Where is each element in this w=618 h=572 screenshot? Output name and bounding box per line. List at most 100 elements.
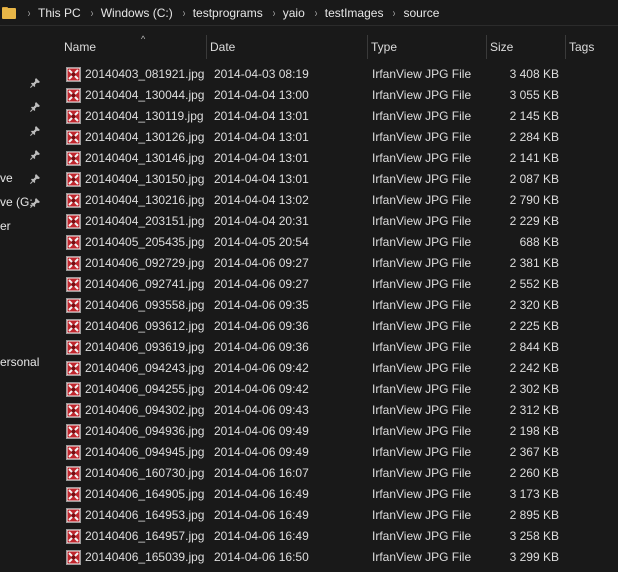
file-row[interactable]: 20140406_093558.jpg 2014-04-06 09:35 Irfan… — [46, 295, 618, 316]
file-name: 20140404_130150.jpg — [85, 172, 205, 186]
column-header-size[interactable]: Size — [486, 35, 565, 59]
column-header-name[interactable]: ^ Name — [60, 34, 206, 59]
file-row[interactable]: 20140406_165039.jpg 2014-04-06 16:50 Irfan… — [46, 547, 618, 568]
file-row[interactable]: 20140406_164957.jpg 2014-04-06 16:49 Irfan… — [46, 526, 618, 547]
irfanview-jpg-file-icon — [66, 277, 81, 292]
irfanview-jpg-file-icon — [66, 298, 81, 313]
file-name: 20140406_093612.jpg — [85, 319, 205, 333]
chevron-right-icon[interactable]: › — [90, 6, 93, 20]
breadcrumb: › This PC › Windows (C:) › testprograms › yaio ›… — [18, 6, 440, 20]
file-name: 20140406_093619.jpg — [85, 340, 205, 354]
breadcrumb-item[interactable]: source — [403, 6, 439, 20]
breadcrumb-item[interactable]: testprograms — [193, 6, 263, 20]
column-size-label: Size — [490, 40, 514, 54]
file-type: IrfanView JPG File — [372, 67, 472, 81]
nav-item-label[interactable]: ersonal — [0, 355, 39, 369]
file-date: 2014-04-05 20:54 — [214, 235, 309, 249]
file-date: 2014-04-04 13:01 — [214, 130, 309, 144]
chevron-right-icon[interactable]: › — [28, 6, 31, 20]
chevron-right-icon[interactable]: › — [393, 6, 396, 20]
file-row[interactable]: 20140404_130119.jpg 2014-04-04 13:01 Irfan… — [46, 106, 618, 127]
file-date: 2014-04-06 16:49 — [214, 487, 309, 501]
file-size: 2 198 KB — [509, 424, 559, 438]
nav-item-label[interactable]: er — [0, 219, 11, 233]
file-date: 2014-04-04 13:00 — [214, 88, 309, 102]
file-type: IrfanView JPG File — [372, 88, 472, 102]
file-row[interactable]: 20140406_094945.jpg 2014-04-06 09:49 Irfan… — [46, 442, 618, 463]
file-size: 2 367 KB — [509, 445, 559, 459]
file-name: 20140406_094243.jpg — [85, 361, 205, 375]
file-name: 20140404_130119.jpg — [85, 109, 204, 123]
breadcrumb-item[interactable]: testImages — [325, 6, 384, 20]
pin-icon — [30, 150, 40, 160]
file-name: 20140406_094302.jpg — [85, 403, 205, 417]
file-row[interactable]: 20140406_164905.jpg 2014-04-06 16:49 Irfan… — [46, 484, 618, 505]
file-row[interactable]: 20140404_203151.jpg 2014-04-04 20:31 Irfan… — [46, 211, 618, 232]
file-size: 2 284 KB — [509, 130, 559, 144]
file-type: IrfanView JPG File — [372, 214, 472, 228]
breadcrumb-item[interactable]: yaio — [283, 6, 305, 20]
file-date: 2014-04-06 09:42 — [214, 382, 309, 396]
file-type: IrfanView JPG File — [372, 256, 472, 270]
navigation-pane: ve ve (G: er ersonal — [0, 26, 45, 572]
file-row[interactable]: 20140404_130044.jpg 2014-04-04 13:00 Irfan… — [46, 85, 618, 106]
breadcrumb-item[interactable]: This PC — [38, 6, 81, 20]
file-row[interactable]: 20140406_164953.jpg 2014-04-06 16:49 Irfan… — [46, 505, 618, 526]
file-row[interactable]: 20140404_130150.jpg 2014-04-04 13:01 Irfan… — [46, 169, 618, 190]
file-row[interactable]: 20140406_094243.jpg 2014-04-06 09:42 Irfan… — [46, 358, 618, 379]
file-row[interactable]: 20140406_094936.jpg 2014-04-06 09:49 Irfan… — [46, 421, 618, 442]
file-type: IrfanView JPG File — [372, 487, 472, 501]
file-row[interactable]: 20140406_093619.jpg 2014-04-06 09:36 Irfan… — [46, 337, 618, 358]
file-row[interactable]: 20140404_130216.jpg 2014-04-04 13:02 Irfan… — [46, 190, 618, 211]
file-type: IrfanView JPG File — [372, 151, 472, 165]
column-header-date[interactable]: Date — [206, 35, 366, 59]
file-date: 2014-04-06 09:27 — [214, 256, 309, 270]
file-size: 2 895 KB — [509, 508, 559, 522]
file-size: 2 302 KB — [509, 382, 559, 396]
chevron-right-icon[interactable]: › — [314, 6, 317, 20]
file-date: 2014-04-06 09:36 — [214, 319, 309, 333]
file-row[interactable]: 20140406_092741.jpg 2014-04-06 09:27 Irfan… — [46, 274, 618, 295]
breadcrumb-item[interactable]: Windows (C:) — [101, 6, 173, 20]
file-name: 20140404_130126.jpg — [85, 130, 205, 144]
file-type: IrfanView JPG File — [372, 235, 472, 249]
file-date: 2014-04-06 09:35 — [214, 298, 309, 312]
file-name: 20140404_130216.jpg — [85, 193, 205, 207]
file-row[interactable]: 20140406_094302.jpg 2014-04-06 09:43 Irfan… — [46, 400, 618, 421]
file-size: 2 790 KB — [509, 193, 559, 207]
file-size: 3 173 KB — [509, 487, 559, 501]
file-row[interactable]: 20140404_130126.jpg 2014-04-04 13:01 Irfan… — [46, 127, 618, 148]
irfanview-jpg-file-icon — [66, 109, 81, 124]
file-row[interactable]: 20140406_092729.jpg 2014-04-06 09:27 Irfan… — [46, 253, 618, 274]
file-row[interactable]: 20140403_081921.jpg 2014-04-03 08:19 Irfan… — [46, 64, 618, 85]
column-header-tags[interactable]: Tags — [565, 35, 618, 59]
file-size: 2 320 KB — [509, 298, 559, 312]
column-header-type[interactable]: Type — [367, 35, 486, 59]
file-explorer-window: › This PC › Windows (C:) › testprograms › yaio ›… — [0, 0, 618, 572]
irfanview-jpg-file-icon — [66, 67, 81, 82]
file-type: IrfanView JPG File — [372, 550, 472, 564]
column-tags-label: Tags — [569, 40, 595, 54]
file-type: IrfanView JPG File — [372, 445, 472, 459]
file-row[interactable]: 20140406_094255.jpg 2014-04-06 09:42 Irfan… — [46, 379, 618, 400]
file-size: 2 260 KB — [509, 466, 559, 480]
file-size: 2 145 KB — [509, 109, 559, 123]
irfanview-jpg-file-icon — [66, 256, 81, 271]
file-size: 3 408 KB — [509, 67, 559, 81]
file-name: 20140406_094945.jpg — [85, 445, 205, 459]
file-row[interactable]: 20140406_093612.jpg 2014-04-06 09:36 Irfan… — [46, 316, 618, 337]
chevron-right-icon[interactable]: › — [272, 6, 275, 20]
file-row[interactable]: 20140404_130146.jpg 2014-04-04 13:01 Irfan… — [46, 148, 618, 169]
file-row[interactable]: 20140405_205435.jpg 2014-04-05 20:54 Irfan… — [46, 232, 618, 253]
nav-item-label[interactable]: ve (G: — [0, 195, 33, 209]
chevron-right-icon[interactable]: › — [182, 6, 185, 20]
file-type: IrfanView JPG File — [372, 382, 472, 396]
file-date: 2014-04-06 16:49 — [214, 529, 309, 543]
file-row[interactable]: 20140406_160730.jpg 2014-04-06 16:07 Irfan… — [46, 463, 618, 484]
irfanview-jpg-file-icon — [66, 466, 81, 481]
file-size: 3 258 KB — [509, 529, 559, 543]
file-size: 2 552 KB — [509, 277, 559, 291]
address-bar[interactable]: › This PC › Windows (C:) › testprograms › yaio ›… — [0, 0, 618, 26]
nav-item-label[interactable]: ve — [0, 171, 13, 185]
file-size: 3 055 KB — [509, 88, 559, 102]
